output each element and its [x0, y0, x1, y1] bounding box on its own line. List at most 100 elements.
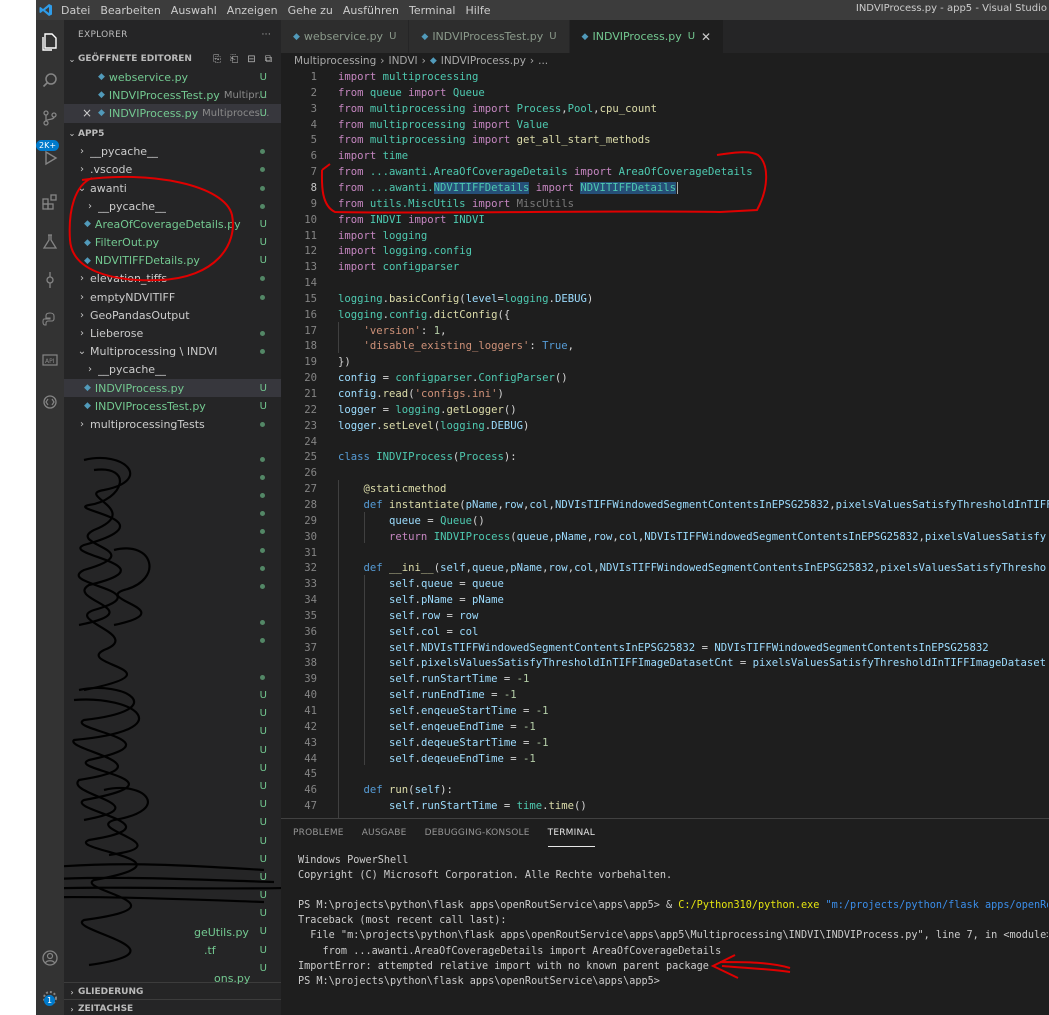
remote-icon[interactable] — [36, 388, 64, 416]
line-number: 26 — [304, 467, 317, 480]
folder-item[interactable]: › __pycache__ — [64, 143, 281, 161]
code-text: logger = logging.getLogger() — [338, 403, 517, 419]
files-icon[interactable] — [36, 28, 64, 56]
menu-item[interactable]: Gehe zu — [283, 4, 338, 17]
code-token: config — [338, 372, 377, 385]
python-file-icon: ◆ — [84, 237, 91, 248]
code-token: import — [471, 197, 517, 210]
terminal-line: File "m:\projects\python\flask apps\open… — [298, 928, 1048, 943]
folder-item[interactable]: › .vscode — [64, 161, 281, 179]
code-token: INDVIProcess — [376, 451, 453, 464]
code-line: 37 self.NDVIsTIFFWindowedSegmentContents… — [281, 641, 1049, 657]
git-status: U — [259, 218, 267, 230]
code-token: queue — [516, 530, 549, 543]
editor-tab[interactable]: ◆ webservice.py U — [281, 20, 410, 53]
menu-item[interactable]: Bearbeiten — [95, 4, 165, 17]
terminal-text: ImportError: attempted relative import w… — [298, 960, 709, 972]
outline-title: GLIEDERUNG — [78, 987, 144, 997]
code-line: 14 — [281, 276, 1049, 292]
panel-tab[interactable]: DEBUGGING-KONSOLE — [425, 819, 530, 847]
code-line: 8 from ...awanti.NDVITIFFDetails import N… — [281, 181, 1049, 197]
git-graph-icon[interactable] — [36, 266, 64, 294]
folder-item[interactable]: › GeoPandasOutput — [64, 306, 281, 324]
tab-label: webservice.py — [303, 30, 384, 43]
open-editors-header[interactable]: ⌄ GEÖFFNETE EDITOREN ⎘ ⎗ ⊟ ⧉ — [64, 50, 281, 68]
folder-item[interactable]: › multiprocessingTests — [64, 415, 281, 433]
open-editors-tools[interactable]: ⎘ ⎗ ⊟ ⧉ — [213, 54, 275, 65]
menu-item[interactable]: Datei — [56, 4, 95, 17]
panel-tab[interactable]: TERMINAL — [547, 819, 595, 847]
file-item[interactable]: ◆ NDVITIFFDetails.py U — [64, 252, 281, 270]
editor-tab[interactable]: ◆ INDVIProcessTest.py U — [409, 20, 570, 53]
timeline-title: ZEITACHSE — [78, 1004, 134, 1014]
code-token: from — [338, 181, 370, 194]
line-number: 1 — [310, 71, 317, 83]
search-icon[interactable] — [36, 66, 64, 94]
file-label: INDVIProcess.py — [108, 106, 199, 120]
line-number: 46 — [304, 784, 317, 797]
source-control-icon[interactable] — [36, 104, 64, 132]
code-token: () — [471, 514, 485, 527]
menu-item[interactable]: Auswahl — [166, 4, 222, 17]
code-text: logging.config.dictConfig({ — [338, 308, 510, 324]
menu-item[interactable]: Hilfe — [460, 4, 495, 17]
open-editor-item[interactable]: ◆ webservice.py U — [64, 68, 281, 86]
timeline-section[interactable]: › ZEITACHSE — [64, 999, 281, 1015]
python-icon[interactable] — [36, 306, 64, 334]
folder-item[interactable]: ⌄ awanti — [64, 179, 281, 197]
folder-item[interactable]: › elevation_tiffs — [64, 270, 281, 288]
code-token: logger — [338, 403, 377, 416]
api-icon[interactable]: API — [36, 346, 64, 374]
folder-item[interactable]: › __pycache__ — [64, 197, 281, 215]
folder-item[interactable]: › Lieberose — [64, 324, 281, 342]
code-editor[interactable]: 1 import multiprocessing 2 from queue impor… — [281, 68, 1049, 818]
folder-item[interactable]: › emptyNDVITIFF — [64, 288, 281, 306]
editor-tab[interactable]: ◆ INDVIProcess.py U ✕ — [569, 20, 725, 53]
open-editor-item[interactable]: × ◆ INDVIProcess.py Multiproces... U — [64, 104, 281, 123]
close-icon[interactable]: ✕ — [701, 30, 711, 44]
testing-icon[interactable] — [36, 228, 64, 256]
menu-item[interactable]: Anzeigen — [222, 4, 283, 17]
run-debug-icon[interactable] — [36, 144, 64, 172]
folder-item[interactable]: › __pycache__ — [64, 361, 281, 379]
code-text: self.row = row — [338, 609, 478, 625]
code-token: logging — [338, 292, 383, 305]
code-token: Value — [516, 118, 549, 131]
close-icon[interactable]: × — [82, 106, 92, 120]
breadcrumb-item[interactable]: INDVIProcess.py — [441, 55, 526, 67]
code-line: 29 queue = Queue() — [281, 514, 1049, 530]
panel-tab[interactable]: AUSGABE — [362, 819, 407, 847]
menu-item[interactable]: Terminal — [404, 4, 461, 17]
code-token: = — [484, 689, 504, 702]
panel-tab[interactable]: PROBLEME — [293, 819, 344, 847]
open-editor-item[interactable]: ◆ INDVIProcessTest.py Multipr... U — [64, 86, 281, 104]
breadcrumb-item[interactable]: INDVI — [388, 55, 417, 67]
code-text: return INDVIProcess(queue,pName,row,col,… — [338, 530, 1046, 546]
menu-bar: Datei Bearbeiten Auswahl Anzeigen Gehe zu Aus… — [56, 4, 496, 17]
tree-label: INDVIProcessTest.py — [94, 399, 206, 413]
workspace-header[interactable]: ⌄ APP5 — [64, 125, 281, 143]
file-item[interactable]: ◆ INDVIProcessTest.py U — [64, 397, 281, 415]
explorer-more-button[interactable]: ··· — [262, 30, 271, 40]
breadcrumb-item[interactable]: Multiprocessing — [294, 55, 376, 67]
terminal-output[interactable]: Windows PowerShell Copyright (C) Microsof… — [298, 853, 1048, 989]
scribble-redaction — [64, 456, 281, 967]
tree-label: FilterOut.py — [94, 236, 160, 250]
file-item[interactable]: ◆ FilterOut.py U — [64, 234, 281, 252]
terminal-line: PS M:\projects\python\flask apps\openRou… — [298, 974, 1048, 989]
python-file-icon: ◆ — [84, 383, 91, 394]
folder-item[interactable]: ⌄ Multiprocessing \ INDVI — [64, 343, 281, 361]
line-number: 9 — [310, 197, 317, 210]
extensions-icon[interactable] — [36, 188, 64, 216]
code-token: ({ — [497, 308, 511, 321]
file-item[interactable]: ◆ AreaOfCoverageDetails.py U — [64, 215, 281, 233]
file-item[interactable]: ◆ INDVIProcess.py U — [64, 379, 281, 398]
code-token: = — [733, 657, 753, 670]
modified-dot — [260, 149, 265, 155]
menu-item[interactable]: Ausführen — [338, 4, 404, 17]
account-icon[interactable] — [36, 944, 64, 972]
breadcrumb-item[interactable]: ... — [538, 55, 548, 67]
code-line: 11 import logging — [281, 229, 1049, 245]
